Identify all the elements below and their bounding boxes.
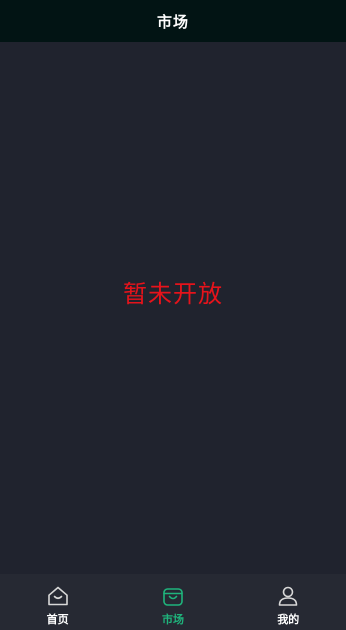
bottom-tab-bar: 首页 市场 我的 [0, 574, 346, 630]
app-header: 市场 [0, 0, 346, 42]
not-open-message: 暂未开放 [123, 280, 223, 308]
tab-market-label: 市场 [161, 613, 184, 626]
tab-home-label: 首页 [46, 613, 69, 626]
tab-home[interactable]: 首页 [0, 574, 115, 630]
shopping-bag-icon [163, 588, 183, 606]
tab-market[interactable]: 市场 [115, 574, 230, 630]
home-icon [47, 586, 68, 606]
tab-mine-label: 我的 [277, 613, 300, 626]
main-content: 暂未开放 [0, 42, 346, 574]
user-icon [279, 586, 298, 606]
tab-mine[interactable]: 我的 [231, 574, 346, 630]
page-title: 市场 [156, 12, 189, 31]
